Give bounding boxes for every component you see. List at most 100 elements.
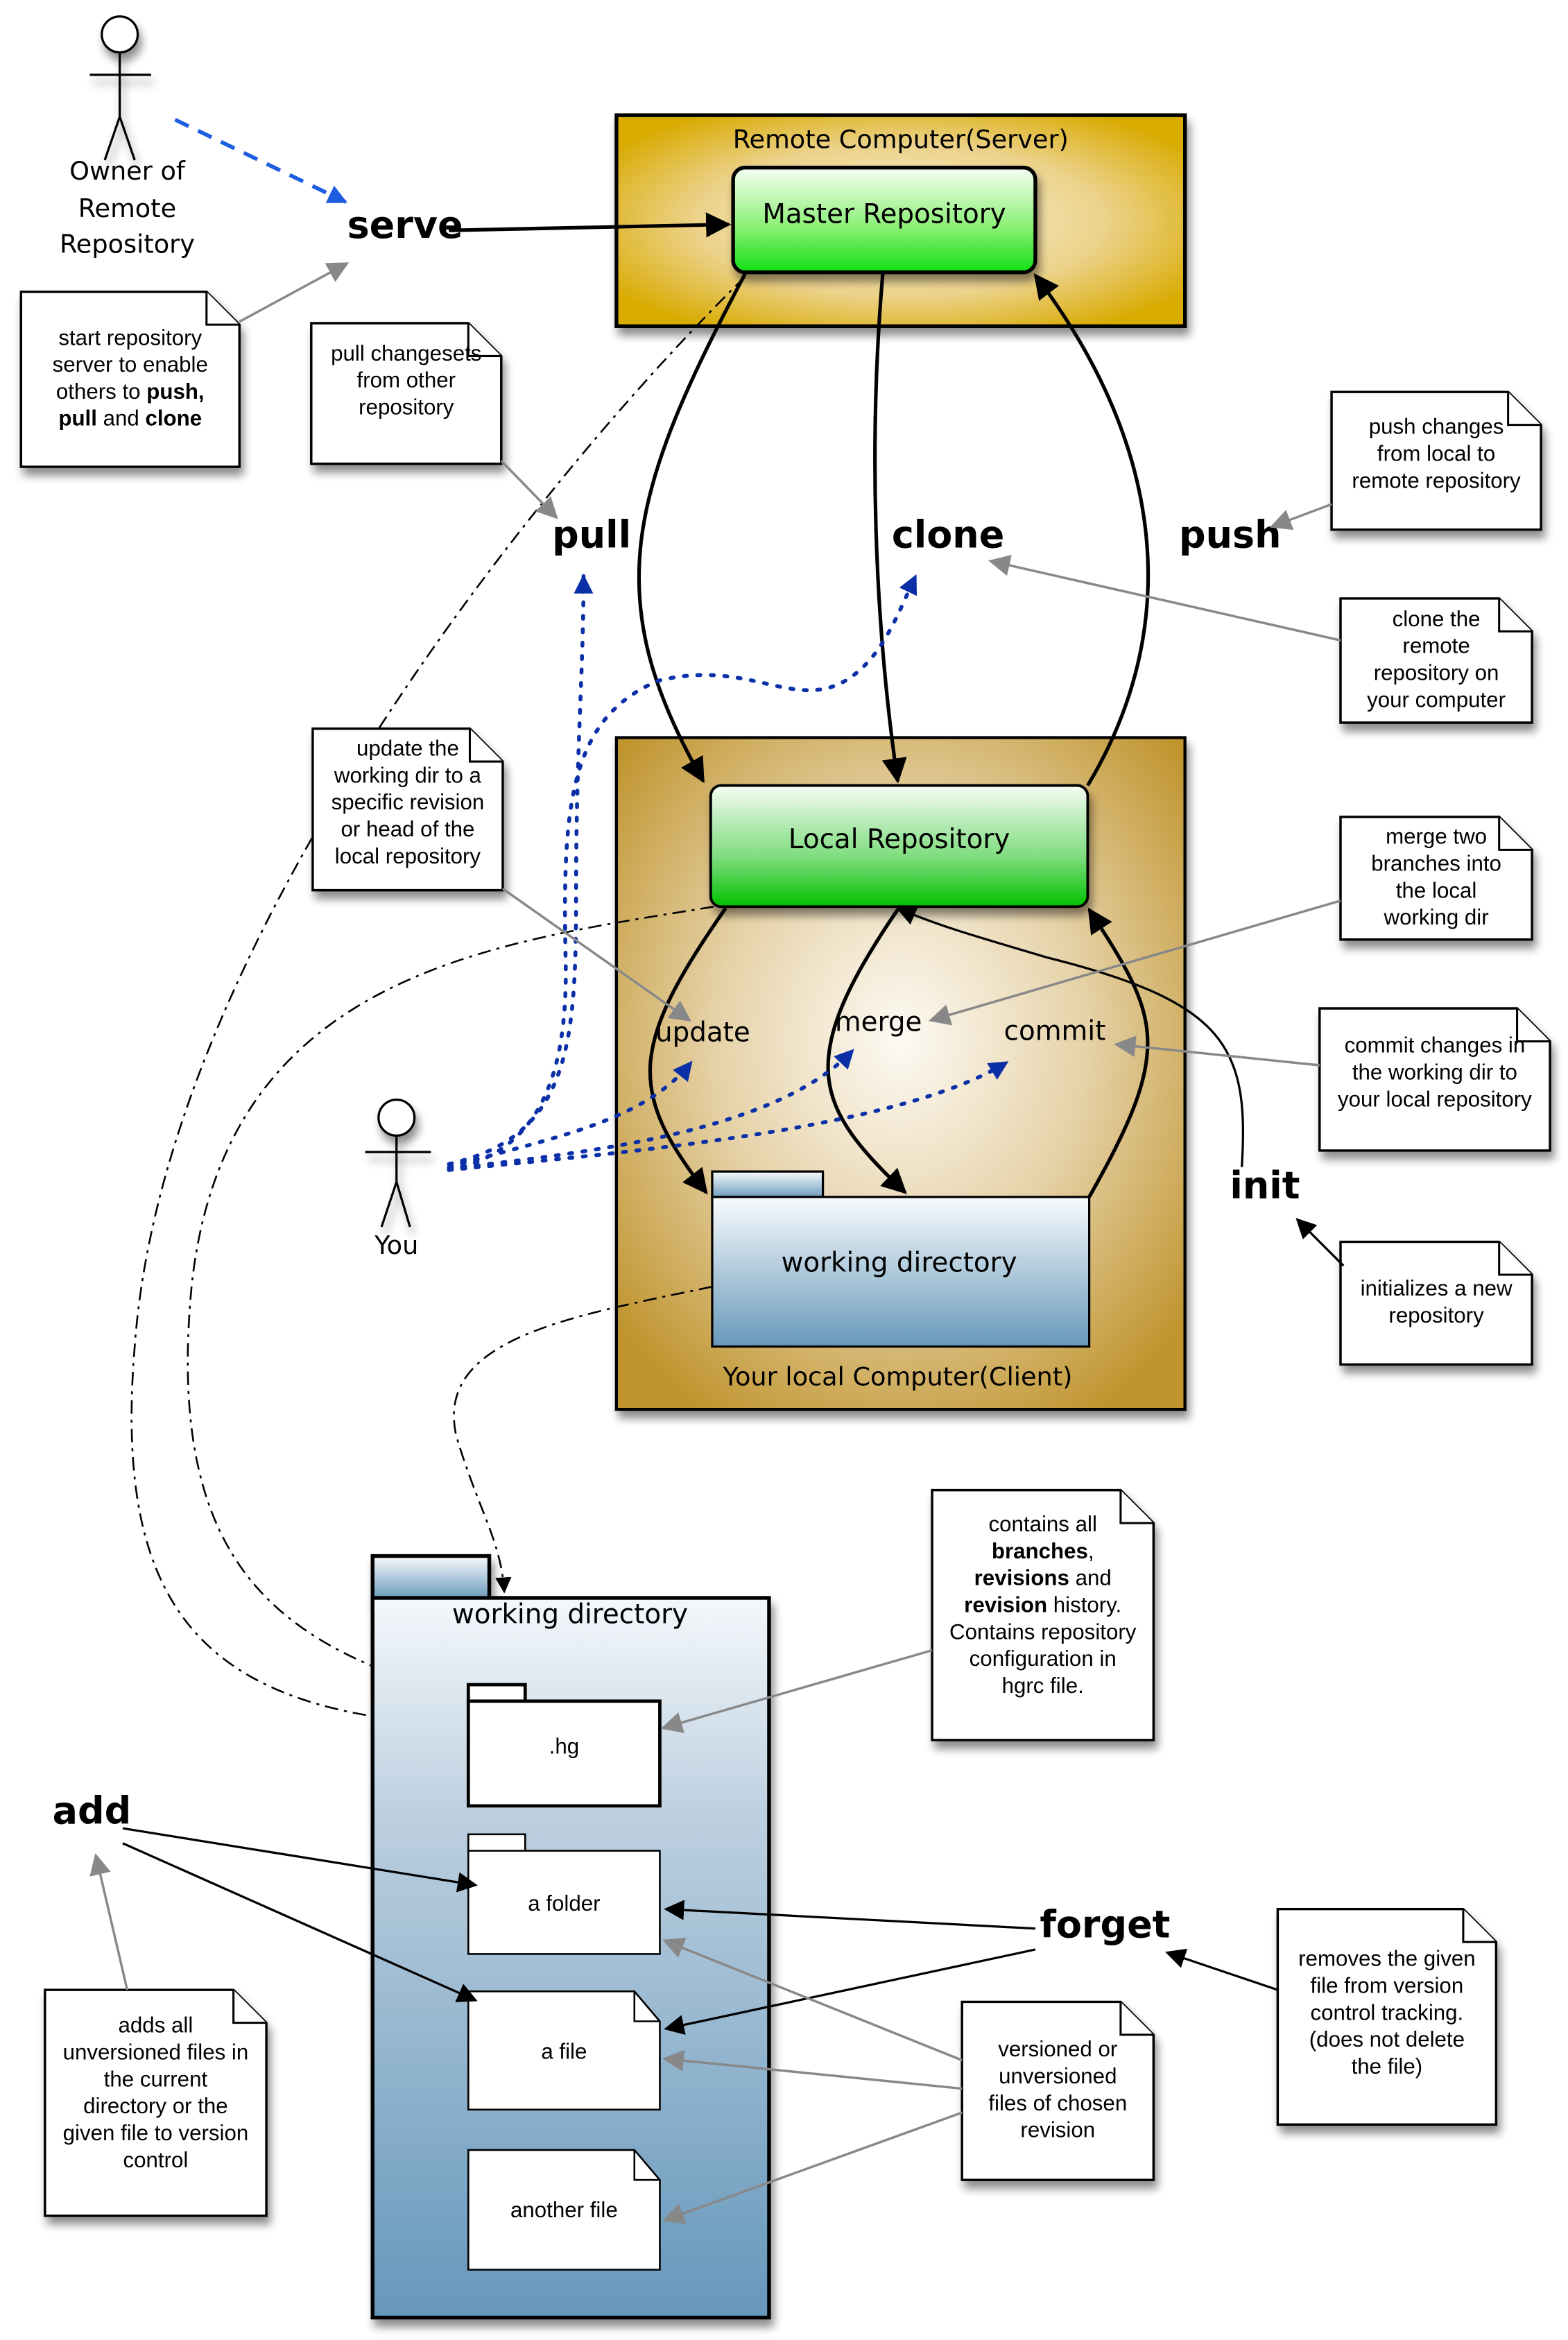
push-note-line: remote repository [1352, 468, 1521, 492]
pull-note: pull changesets from otherrepository [310, 322, 503, 465]
working-tree-tab [370, 1554, 492, 1601]
commit-note-line: the working dir to [1352, 1060, 1517, 1084]
another-file-label: another file [510, 2198, 618, 2222]
owner-to-serve-arrow [174, 118, 347, 204]
merge-note-line: branches into [1371, 852, 1501, 876]
update-note-line: specific revision [331, 790, 485, 814]
clone-note-line: repository on [1374, 660, 1499, 685]
init-note-line: repository [1388, 1303, 1484, 1327]
forget-note: removes the given file from versioncontro… [1276, 1907, 1498, 2126]
command-serve[interactable]: serve [347, 203, 463, 247]
hg-folder-label: .hg [549, 1734, 579, 1758]
serve-note: start repositoryserver to enableothers t… [19, 290, 241, 468]
serve-note-line: server to enable [53, 352, 208, 377]
forget-note-line: (does not delete [1309, 2027, 1465, 2051]
add-note-line: adds all [119, 2013, 193, 2038]
command-push[interactable]: push [1179, 513, 1281, 557]
working-directory-folder-tab [711, 1170, 825, 1200]
hg-note: contains all branches, revisions andrevisi… [931, 1488, 1155, 1741]
init-note-line: initializes a new [1361, 1276, 1513, 1300]
command-init[interactable]: init [1230, 1164, 1300, 1207]
master-repository-label: Master Repository [762, 198, 1006, 230]
clone-note-line: your computer [1367, 687, 1506, 712]
a-folder-tab [467, 1833, 526, 1854]
serve-note-line: start repository [58, 325, 202, 350]
owner-label-line-3: Repository [60, 230, 195, 259]
command-update[interactable]: update [655, 1017, 750, 1048]
hg-note-line: revision history. [964, 1592, 1121, 1617]
owner-label-line-1: Owner of [69, 156, 186, 186]
pull-note-line: from other [357, 368, 456, 393]
versioned-note-line: versioned or [998, 2037, 1117, 2061]
add-note: adds allunversioned files inthe current d… [44, 1988, 268, 2217]
pull-note-line: pull changesets [331, 341, 481, 365]
update-note-line: or head of the [341, 817, 474, 841]
you-actor: You [365, 1098, 431, 1260]
remote-computer: Remote Computer(Server) Master Repositor… [614, 113, 1187, 328]
merge-note-line: the local [1396, 878, 1476, 902]
command-add[interactable]: add [53, 1789, 132, 1833]
merge-note-line: merge two [1386, 825, 1487, 849]
commit-note: commit changes inthe working dir to your … [1318, 1007, 1551, 1152]
commit-note-line: your local repository [1338, 1087, 1532, 1111]
working-directory-label: working directory [782, 1248, 1017, 1279]
update-note-line: update the [356, 736, 459, 760]
owner-actor: Owner of Remote Repository [60, 15, 347, 259]
you-stick-figure-icon [365, 1098, 431, 1228]
versioned-note-line: revision [1020, 2118, 1095, 2142]
merge-note-fold [1498, 816, 1533, 851]
hg-note-line: configuration in [970, 1646, 1117, 1671]
pull-arrow [637, 273, 747, 784]
add-note-line: given file to version [63, 2121, 249, 2145]
working-tree-title: working directory [452, 1599, 688, 1631]
update-note-line: working dir to a [334, 763, 482, 787]
init-note-fold [1498, 1241, 1533, 1276]
local-computer-title: Your local Computer(Client) [722, 1362, 1072, 1392]
forget-note-line: control tracking. [1311, 2000, 1464, 2024]
forget-note-pointer [1165, 1948, 1278, 1991]
add-note-line: control [123, 2148, 189, 2172]
owner-label-line-2: Remote [78, 193, 176, 223]
add-note-line: unversioned files in [63, 2040, 249, 2065]
you-label: You [374, 1230, 418, 1260]
hg-note-line: revisions and [974, 1566, 1112, 1590]
versioned-note-line: unversioned [999, 2064, 1117, 2088]
add-note-line: the current [104, 2067, 208, 2091]
serve-note-pointer [239, 262, 350, 323]
merge-note-line: working dir [1383, 905, 1488, 929]
serve-note-line: pull and clone [58, 406, 202, 431]
a-file-label: a file [541, 2039, 587, 2063]
forget-note-line: file from version [1311, 1974, 1464, 1998]
owner-stick-figure-icon [89, 15, 151, 161]
push-note-line: push changes [1369, 415, 1504, 439]
hg-note-line: Contains repository [949, 1619, 1137, 1644]
local-repository-label: Local Repository [789, 824, 1010, 855]
versioned-note: versioned or unversioned files of chosen re… [960, 2000, 1155, 2181]
remote-computer-title: Remote Computer(Server) [733, 125, 1069, 155]
add-note-line: directory or the [83, 2094, 228, 2118]
forget-note-line: removes the given [1298, 1947, 1475, 1971]
command-pull[interactable]: pull [552, 513, 631, 557]
command-clone[interactable]: clone [892, 513, 1004, 557]
clone-note-line: clone the [1393, 607, 1481, 631]
hg-note-line: contains all [989, 1512, 1097, 1536]
push-note: push changesfrom local to remote reposito… [1330, 390, 1542, 531]
local-computer: Your local Computer(Client) Local Reposi… [614, 736, 1187, 1411]
command-merge[interactable]: merge [835, 1006, 922, 1038]
mercurial-workflow-diagram: Remote Computer(Server) Master Repositor… [19, 15, 1551, 2320]
clone-note-pointer [988, 555, 1341, 642]
push-arrow [1033, 273, 1151, 786]
hg-note-line: hgrc file. [1002, 1674, 1084, 1698]
pull-note-line: repository [359, 395, 454, 420]
a-folder-label: a folder [528, 1891, 600, 1916]
add-note-pointer [89, 1853, 129, 1990]
command-forget[interactable]: forget [1040, 1903, 1170, 1947]
init-note-pointer [1295, 1218, 1345, 1267]
pull-note-pointer [500, 460, 558, 519]
forget-note-line: the file) [1352, 2054, 1423, 2079]
hg-note-line: branches, [992, 1539, 1094, 1563]
command-commit[interactable]: commit [1004, 1015, 1106, 1047]
serve-note-line: others to push, [56, 379, 205, 404]
init-note: initializes a new repository [1339, 1240, 1533, 1366]
update-note-line: local repository [335, 844, 481, 868]
